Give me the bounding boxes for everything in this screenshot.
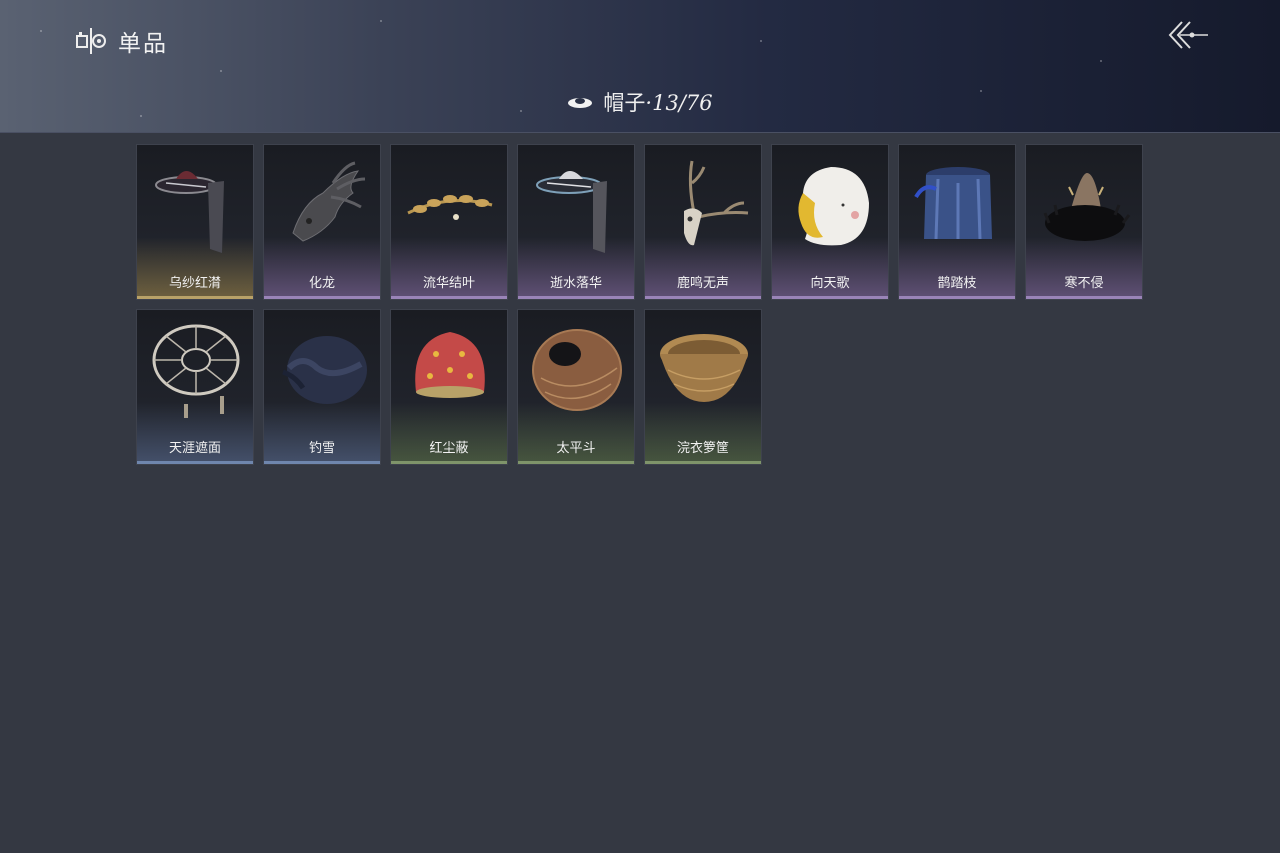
item-name: 红尘蔽 xyxy=(429,441,469,456)
item-card[interactable]: 乌纱红潸 xyxy=(136,144,254,300)
veiled-hat-icon xyxy=(536,171,607,253)
woven-hat-icon xyxy=(532,329,622,411)
top-banner: 单品 帽子·13/76 xyxy=(0,0,1280,133)
item-card[interactable]: 鹊踏枝 xyxy=(898,144,1016,300)
item-name: 流华结叶 xyxy=(422,276,475,291)
item-card[interactable]: 化龙 xyxy=(263,144,381,300)
item-card[interactable]: 鹿鸣无声 xyxy=(644,144,762,300)
item-name: 化龙 xyxy=(308,276,335,291)
item-card[interactable]: 钓雪 xyxy=(263,309,381,465)
hat-icon xyxy=(568,98,593,108)
item-name: 鹿鸣无声 xyxy=(676,276,729,291)
item-card[interactable]: 流华结叶 xyxy=(390,144,508,300)
dark-wrap-hat-icon xyxy=(282,336,367,404)
veiled-hat-icon xyxy=(155,171,224,253)
basket-icon xyxy=(660,334,748,402)
item-card[interactable]: 逝水落华 xyxy=(517,144,635,300)
item-card[interactable]: 天涯遮面 xyxy=(136,309,254,465)
item-name: 寒不侵 xyxy=(1064,276,1104,291)
category-heading: 帽子·13/76 xyxy=(0,86,1280,118)
goose-hood-icon xyxy=(798,167,869,246)
item-card[interactable]: 向天歌 xyxy=(771,144,889,300)
item-name: 钓雪 xyxy=(308,441,335,456)
category-label: 帽子·13/76 xyxy=(603,87,712,117)
fur-hat-icon xyxy=(1043,173,1131,241)
dragon-head-icon xyxy=(292,161,366,242)
blue-veil-icon xyxy=(914,167,992,240)
item-name: 天涯遮面 xyxy=(168,441,221,456)
item-name: 逝水落华 xyxy=(549,276,602,291)
item-name: 向天歌 xyxy=(810,276,850,291)
red-hood-icon xyxy=(415,332,485,398)
item-grid: 乌纱红潸 化龙 流华结叶 逝水落华 鹿鸣无声 向天歌 鹊踏枝 寒不侵 天涯遮面 … xyxy=(136,144,1146,465)
item-name: 鹊踏枝 xyxy=(937,276,977,291)
item-name: 浣衣箩筐 xyxy=(676,441,729,456)
back-arrow-icon[interactable] xyxy=(1166,18,1210,52)
item-name: 乌纱红潸 xyxy=(168,276,221,291)
deer-skull-icon xyxy=(684,160,749,246)
inventory-icon xyxy=(76,28,106,54)
item-name: 太平斗 xyxy=(556,441,596,456)
item-card[interactable]: 浣衣箩筐 xyxy=(644,309,762,465)
item-card[interactable]: 红尘蔽 xyxy=(390,309,508,465)
category-count: 13/76 xyxy=(652,91,713,115)
section-title: 单品 xyxy=(74,24,168,58)
category-name: 帽子 xyxy=(603,91,646,115)
bamboo-frame-hat-icon xyxy=(152,324,240,418)
item-card[interactable]: 太平斗 xyxy=(517,309,635,465)
section-title-label: 单品 xyxy=(118,31,168,57)
leaf-crown-icon xyxy=(407,195,493,220)
item-card[interactable]: 寒不侵 xyxy=(1025,144,1143,300)
